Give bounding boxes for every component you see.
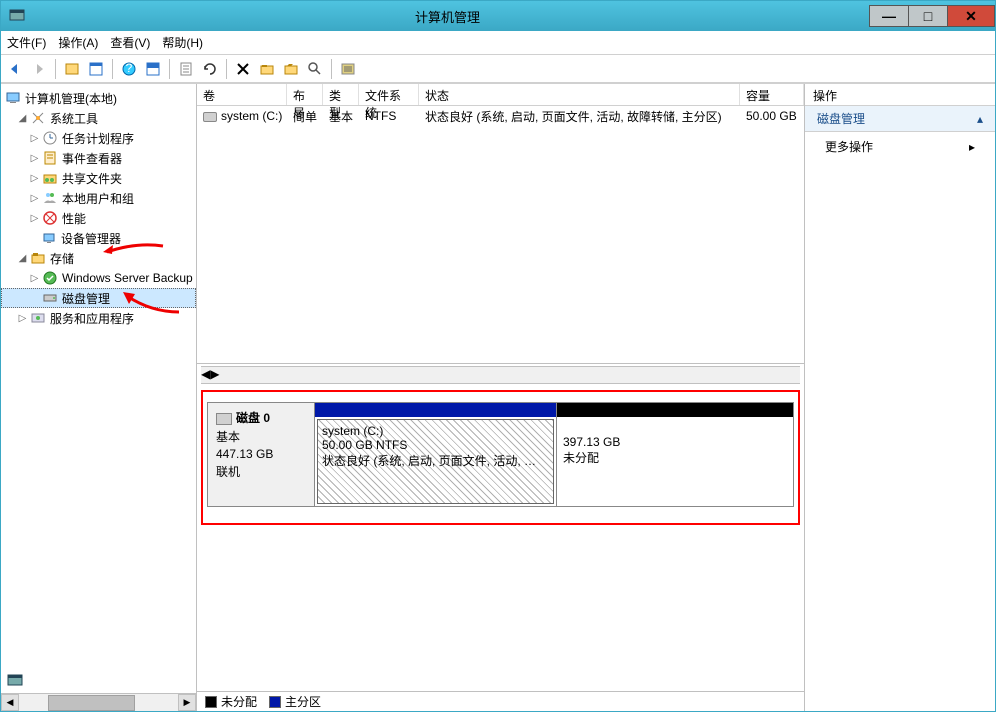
disk-row[interactable]: 磁盘 0 基本 447.13 GB 联机 system (C:) 50.00 G… [207, 402, 794, 507]
cell-fs: NTFS [359, 108, 419, 124]
computer-icon [5, 90, 21, 106]
properties-button[interactable] [86, 59, 106, 79]
actions-header: 操作 [805, 84, 995, 106]
users-icon [42, 190, 58, 206]
refresh-button[interactable] [176, 59, 196, 79]
event-icon [42, 150, 58, 166]
perf-icon [42, 210, 58, 226]
app-icon [9, 8, 25, 24]
disk-graphical-pane: ◀ ▶ 磁盘 0 基本 447.13 GB 联机 [197, 364, 804, 711]
collapse-icon: ▴ [977, 112, 983, 126]
actions-more[interactable]: 更多操作 ▸ [805, 132, 995, 161]
col-volume[interactable]: 卷 [197, 84, 287, 105]
tree-wsb[interactable]: ▷ Windows Server Backup [1, 268, 196, 288]
disk-drive-icon [216, 413, 232, 425]
cell-capacity: 50.00 GB [740, 108, 804, 124]
titlebar: 计算机管理 — □ ✕ [1, 1, 995, 31]
volume-icon [203, 112, 217, 122]
settings-button[interactable] [257, 59, 277, 79]
mmc-footer-icon [7, 673, 23, 689]
cell-type: 基本 [323, 107, 359, 126]
device-icon [41, 230, 57, 246]
col-capacity[interactable]: 容量 [740, 84, 804, 105]
window-title: 计算机管理 [25, 7, 870, 26]
folder-shared-icon [42, 170, 58, 186]
legend: 未分配 主分区 [197, 691, 804, 711]
tree-pane: 计算机管理(本地) ◢ 系统工具 ▷ 任务计划程序 ▷ 事件查看器 [1, 84, 197, 711]
storage-icon [30, 250, 46, 266]
actions-pane: 操作 磁盘管理 ▴ 更多操作 ▸ [805, 84, 995, 711]
find-button[interactable] [305, 59, 325, 79]
list-button[interactable] [338, 59, 358, 79]
menu-file[interactable]: 文件(F) [7, 34, 46, 51]
disk-info[interactable]: 磁盘 0 基本 447.13 GB 联机 [207, 402, 315, 507]
tree-systools[interactable]: ◢ 系统工具 [1, 108, 196, 128]
tree-root[interactable]: 计算机管理(本地) [1, 88, 196, 108]
col-status[interactable]: 状态 [419, 84, 740, 105]
tree-devmgr[interactable]: 设备管理器 [1, 228, 196, 248]
col-fs[interactable]: 文件系统 [359, 84, 419, 105]
toolbar: ? [1, 55, 995, 83]
back-button[interactable] [5, 59, 25, 79]
svg-text:?: ? [126, 61, 133, 75]
maximize-button[interactable]: □ [908, 5, 948, 27]
tree-perf[interactable]: ▷ 性能 [1, 208, 196, 228]
legend-primary: 主分区 [269, 693, 321, 710]
show-hide-tree-button[interactable] [62, 59, 82, 79]
disk-hscroll[interactable]: ◀ ▶ [201, 366, 800, 384]
main-pane: 卷 布局 类型 文件系统 状态 容量 system (C:) 简单 基本 NTF… [197, 84, 805, 711]
tree-diskmgmt[interactable]: 磁盘管理 [1, 288, 196, 308]
actions-section[interactable]: 磁盘管理 ▴ [805, 106, 995, 132]
volume-list-header: 卷 布局 类型 文件系统 状态 容量 [197, 84, 804, 106]
tree-eventviewer[interactable]: ▷ 事件查看器 [1, 148, 196, 168]
help-button[interactable]: ? [119, 59, 139, 79]
menu-help[interactable]: 帮助(H) [162, 34, 203, 51]
delete-button[interactable] [233, 59, 253, 79]
menu-action[interactable]: 操作(A) [58, 34, 98, 51]
col-layout[interactable]: 布局 [287, 84, 323, 105]
volume-row[interactable]: system (C:) 简单 基本 NTFS 状态良好 (系统, 启动, 页面文… [197, 106, 804, 126]
cell-layout: 简单 [287, 107, 323, 126]
services-icon [30, 310, 46, 326]
close-button[interactable]: ✕ [947, 5, 995, 27]
tree-scheduler[interactable]: ▷ 任务计划程序 [1, 128, 196, 148]
open-button[interactable] [281, 59, 301, 79]
minimize-button[interactable]: — [869, 5, 909, 27]
annotation-redbox: 磁盘 0 基本 447.13 GB 联机 system (C:) 50.00 G… [201, 390, 800, 525]
tree-services[interactable]: ▷ 服务和应用程序 [1, 308, 196, 328]
clock-icon [42, 130, 58, 146]
tree-localusers[interactable]: ▷ 本地用户和组 [1, 188, 196, 208]
tree-storage[interactable]: ◢ 存储 [1, 248, 196, 268]
tree-shared[interactable]: ▷ 共享文件夹 [1, 168, 196, 188]
partition-system[interactable]: system (C:) 50.00 GB NTFS 状态良好 (系统, 启动, … [315, 402, 557, 507]
backup-icon [42, 270, 58, 286]
tools-icon [30, 110, 46, 126]
cell-status: 状态良好 (系统, 启动, 页面文件, 活动, 故障转储, 主分区) [419, 107, 740, 126]
legend-unallocated: 未分配 [205, 693, 257, 710]
volume-list: 卷 布局 类型 文件系统 状态 容量 system (C:) 简单 基本 NTF… [197, 84, 804, 364]
rescan-button[interactable] [200, 59, 220, 79]
tree-hscroll[interactable]: ◀ ▶ [1, 693, 196, 711]
disk-icon [42, 290, 58, 306]
menu-view[interactable]: 查看(V) [110, 34, 150, 51]
col-type[interactable]: 类型 [323, 84, 359, 105]
cell-volume: system (C:) [197, 108, 287, 124]
menubar: 文件(F) 操作(A) 查看(V) 帮助(H) [1, 31, 995, 55]
view-top-button[interactable] [143, 59, 163, 79]
forward-button[interactable] [29, 59, 49, 79]
partition-unallocated[interactable]: 397.13 GB 未分配 [557, 402, 794, 507]
chevron-right-icon: ▸ [969, 140, 975, 154]
